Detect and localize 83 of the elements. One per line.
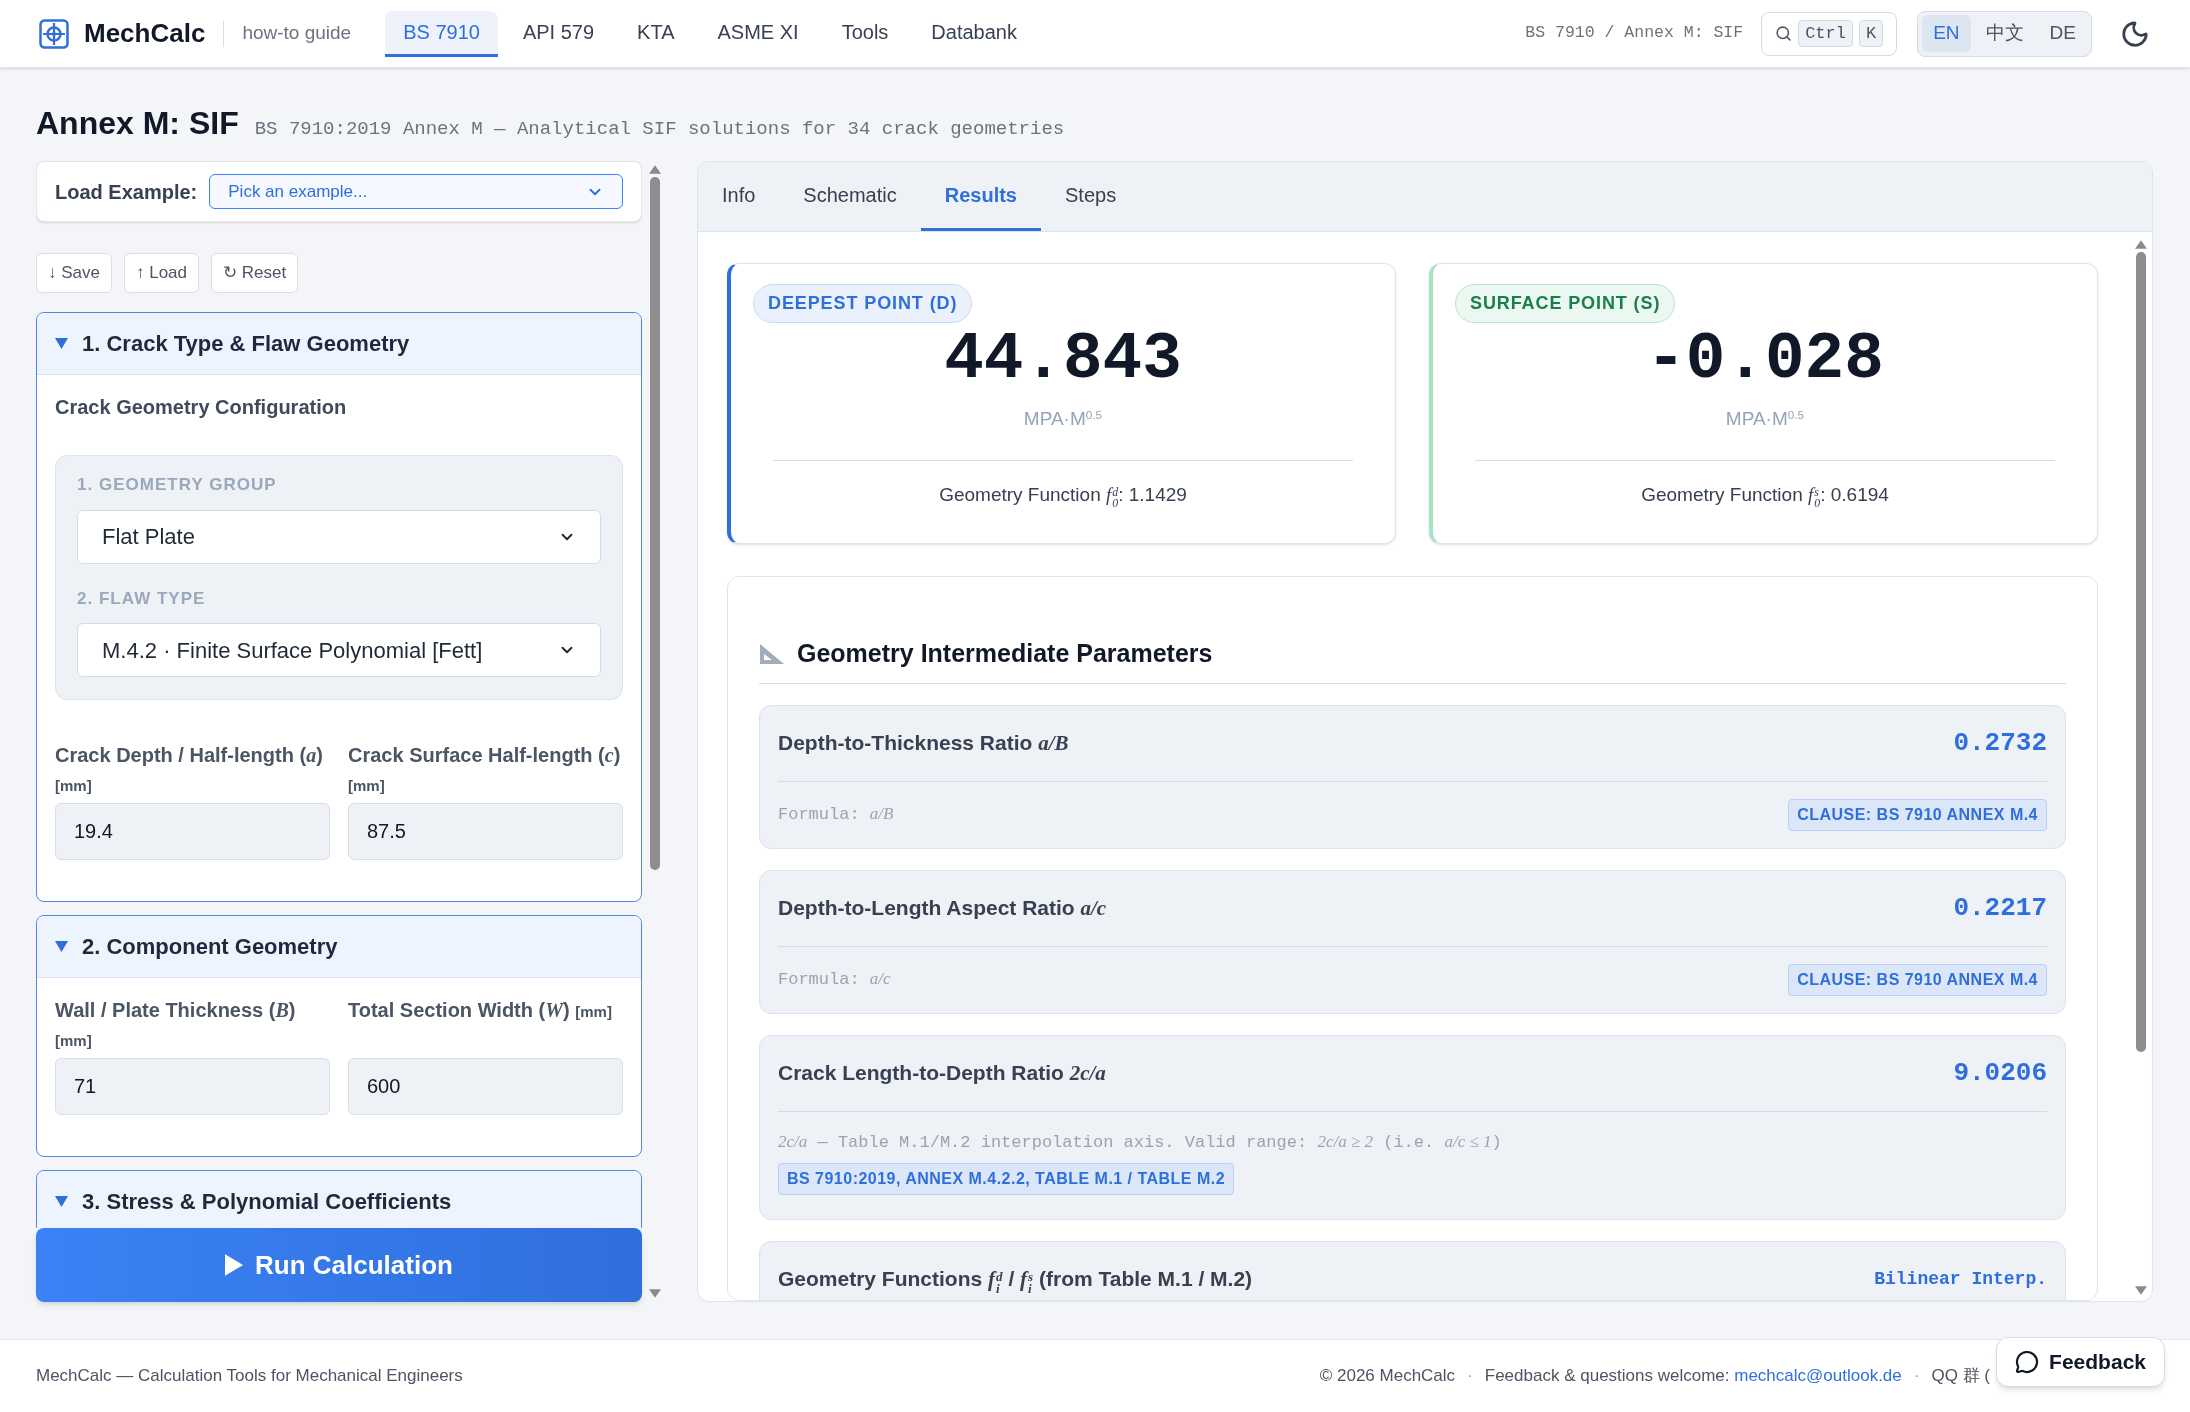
unit-label: MPA·M$^{0.5}$ <box>1023 407 1103 431</box>
scrollbar-thumb[interactable] <box>650 177 660 870</box>
unit-label: MPA·M$^{0.5}$ <box>1725 407 1805 431</box>
search-icon <box>1775 25 1793 42</box>
run-button[interactable]: Run Calculation <box>36 1228 642 1302</box>
nav-tab[interactable]: Databank <box>913 10 1035 57</box>
field-label: Crack Surface Half-length (c) [mm] <box>348 743 622 796</box>
formula-text: Formula: a/B <box>778 803 894 827</box>
footer-text: QQ 群 ( <box>1931 1365 1990 1388</box>
action-button[interactable]: ↻ Reset <box>211 253 299 293</box>
section-subtitle: Crack Geometry Configuration <box>55 395 348 420</box>
field-label: Wall / Plate Thickness (B) [mm] <box>55 998 297 1051</box>
email-link[interactable]: mechcalc@outlook.de <box>1734 1366 1902 1386</box>
point-badge: DEEPEST POINT (D) <box>753 284 973 323</box>
page-title: Annex M: SIF <box>36 104 239 143</box>
input-field[interactable]: 600 <box>348 1058 623 1115</box>
parameter-value: 9.0206 <box>1953 1056 2047 1090</box>
formula-text: Formula: a/c <box>778 968 891 992</box>
nav-tab[interactable]: ASME XI <box>699 10 817 57</box>
input-field[interactable]: 19.4 <box>55 803 330 860</box>
result-value: 44.843 <box>944 327 1182 393</box>
section-title: Geometry Intermediate Parameters <box>797 638 1213 669</box>
dropdown-select[interactable]: Flat Plate <box>77 509 601 564</box>
section-header[interactable]: 2. Component Geometry <box>37 916 641 978</box>
clause-tag: BS 7910:2019, ANNEX M.4.2.2, TABLE M.1 / TABLE M.2 <box>778 1163 1235 1195</box>
chat-bubble-icon <box>2015 1350 2040 1374</box>
language-option[interactable]: DE <box>2038 15 2087 52</box>
moon-icon[interactable] <box>2120 18 2150 49</box>
shortcut-key: Ctrl <box>1798 20 1853 47</box>
nav-tab[interactable]: Tools <box>823 10 907 57</box>
scroll-up-icon[interactable] <box>649 165 661 174</box>
action-button[interactable]: ↑ Load <box>124 253 200 293</box>
action-button[interactable]: ↓ Save <box>36 253 112 293</box>
scroll-down-icon[interactable] <box>2135 1286 2147 1295</box>
clause-tag: CLAUSE: BS 7910 ANNEX M.4 <box>1788 798 2047 831</box>
tab[interactable]: Schematic <box>779 162 921 231</box>
field-label: Total Section Width (W) [mm] <box>348 998 613 1023</box>
footer-text: © 2026 MechCalc <box>1319 1365 1456 1388</box>
shortcut-key: K <box>1859 20 1884 47</box>
play-icon <box>225 1254 244 1276</box>
point-badge: SURFACE POINT (S) <box>1455 284 1676 323</box>
search-button[interactable]: Ctrl K <box>1761 11 1898 56</box>
page-subtitle: BS 7910:2019 Annex M — Analytical SIF solutions for 34 crack geometries <box>254 117 1065 142</box>
method-label: Bilinear Interp. <box>1874 1268 2047 1291</box>
example-select[interactable]: Pick an example... <box>209 174 623 209</box>
parameter-value: 0.2732 <box>1953 726 2047 760</box>
parameter-name: Depth-to-Length Aspect Ratio a/c <box>778 894 1107 922</box>
section-header[interactable]: 1. Crack Type & Flaw Geometry <box>37 313 641 375</box>
field-label: 2. FLAW TYPE <box>77 587 207 610</box>
parameter-name: Depth-to-Thickness Ratio a/B <box>778 729 1069 757</box>
guide-link[interactable]: how-to guide <box>242 19 352 48</box>
tab[interactable]: Info <box>698 162 780 231</box>
tab[interactable]: Results <box>920 162 1041 231</box>
language-option[interactable]: EN <box>1922 15 1971 52</box>
load-example-label: Load Example: <box>55 179 198 205</box>
scroll-up-icon[interactable] <box>2135 240 2147 249</box>
input-field[interactable]: 71 <box>55 1058 330 1115</box>
nav-tab[interactable]: KTA <box>619 10 693 57</box>
dot-separator: · <box>1467 1365 1473 1388</box>
footer-text: Feedback & questions welcome: mechcalc@outlook.de <box>1484 1365 1902 1388</box>
footer-text: MechCalc — Calculation Tools for Mechanical Engineers <box>36 1365 463 1388</box>
field-label: Crack Depth / Half-length (a) [mm] <box>55 743 324 796</box>
breadcrumb-text: BS 7910 / Annex M: SIF <box>1525 22 1744 45</box>
tab[interactable]: Steps <box>1041 162 1141 231</box>
parameter-value: 0.2217 <box>1953 891 2047 925</box>
clause-tag: CLAUSE: BS 7910 ANNEX M.4 <box>1788 963 2047 996</box>
nav-tab[interactable]: API 579 <box>504 10 613 57</box>
input-field[interactable]: 87.5 <box>348 803 623 860</box>
logo-icon <box>39 18 69 49</box>
feedback-button[interactable]: Feedback <box>1996 1337 2165 1387</box>
section-header[interactable]: 3. Stress & Polynomial Coefficients <box>37 1171 641 1228</box>
triangle-ruler-icon <box>759 642 785 665</box>
field-label: 1. GEOMETRY GROUP <box>77 474 278 496</box>
note-text: 2c/a — Table M.1/M.2 interpolation axis. Valid range: 2c/a ≥ 2 (i.e. a/c ≤ 1) <box>778 1130 1502 1154</box>
parameter-name: Crack Length-to-Depth Ratio 2c/a <box>778 1059 1106 1087</box>
nav-tab[interactable]: BS 7910 <box>385 10 498 57</box>
scrollbar-thumb[interactable] <box>2136 252 2146 1052</box>
dropdown-select[interactable]: M.4.2 · Finite Surface Polynomial [Fett] <box>77 623 601 677</box>
scroll-down-icon[interactable] <box>649 1289 661 1298</box>
dot-separator: · <box>1913 1365 1920 1388</box>
result-value: -0.028 <box>1646 327 1884 393</box>
brand-name: MechCalc <box>84 17 206 50</box>
language-option[interactable]: 中文 <box>1974 15 2035 52</box>
